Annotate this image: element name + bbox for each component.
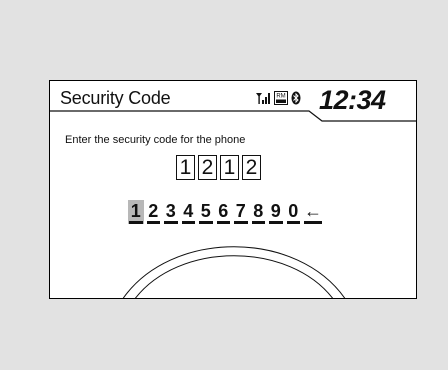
dial-arc-decoration [122, 246, 346, 298]
display-screen: Security Code RM 12:34 Enter the securit… [49, 80, 417, 299]
